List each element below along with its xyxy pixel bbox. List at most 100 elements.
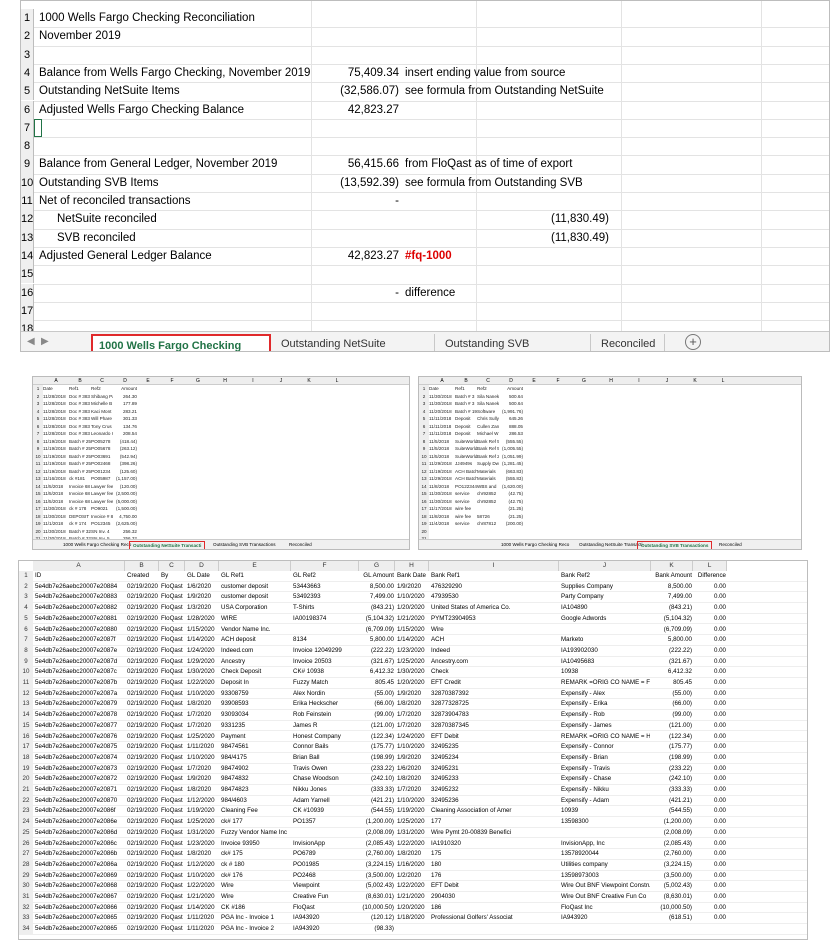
header-row: 1 ID Created By GL Date GL Ref1 GL Ref2 GL Amou… <box>19 571 807 582</box>
cell: 0.00 <box>713 604 726 612</box>
cell: (3,500.00) <box>663 871 692 879</box>
cell: (1,200.00) <box>663 818 692 826</box>
row-number: 6 <box>19 624 33 636</box>
cell: 02/19/2020 <box>127 882 158 890</box>
cell: FloQast <box>161 593 183 601</box>
tab-outstanding-netsuite[interactable]: Outstanding NetSuite Transacti <box>275 334 435 351</box>
row-note: from FloQast as of time of export <box>405 158 573 171</box>
tab-reconciled[interactable]: Reconciled <box>289 540 312 549</box>
cell: (42.75) <box>508 498 523 504</box>
cell: 0.00 <box>713 646 726 654</box>
cell: 02/19/2020 <box>127 925 158 933</box>
data-row: 15 11/5/2018 Invoice 68 Lawyer fee (2,500.00… <box>33 490 409 498</box>
outstanding-svb-sheet-thumbnail: ABCDEFGHIJKL 1 Date Ref1 Ref2 Amount 2 11/30/2… <box>418 376 802 550</box>
cell: SuiteWorld <box>455 446 477 451</box>
tab-reconciled[interactable]: Reconciled <box>719 540 742 549</box>
cell: 0.00 <box>713 828 726 836</box>
row-label: Adjusted General Ledger Balance <box>39 249 212 262</box>
row-note: see formula from Outstanding NetSuite <box>405 85 604 98</box>
column-header: I <box>429 561 559 571</box>
cell: FloQast <box>161 679 183 686</box>
row-number: 18 <box>19 752 33 764</box>
cell: (1,620.00) <box>502 483 523 489</box>
cell: Tony Crus <box>91 423 112 429</box>
cell: Wire Out BNF Viewpoint Constru <box>561 882 650 890</box>
cell: 02/19/2020 <box>127 689 158 697</box>
tab-reconciled[interactable]: Reconciled <box>595 334 665 351</box>
cell: PO05678 <box>91 446 111 451</box>
cell: Chris Sully <box>477 416 499 421</box>
data-row: 16 11/5/2018 Invoice 68 Lawyer fee (5,000.00… <box>33 497 409 505</box>
row-divider <box>34 27 829 29</box>
cell: Doc # 383 <box>69 393 90 399</box>
tab-outstanding-svb[interactable]: Outstanding SVB Transactions <box>439 334 591 351</box>
cell: IA00198374 <box>293 614 327 622</box>
cell: Honest Company <box>293 732 341 740</box>
data-row: 10 5e4db7e26aebc20007e2087c 02/19/2020 FloQ… <box>19 667 807 678</box>
cell: IA943920 <box>293 925 320 933</box>
cell: (542.94) <box>119 453 137 459</box>
cell: 93308759 <box>221 689 249 697</box>
row-number: 5 <box>21 82 34 101</box>
add-sheet-icon[interactable]: + <box>685 334 701 350</box>
column-header: A <box>440 378 444 384</box>
cell: 02/19/2020 <box>127 764 158 772</box>
cell: ck# 176 <box>221 871 243 879</box>
row-number: 5 <box>33 415 43 423</box>
cell: Viewpoint <box>293 882 320 890</box>
cell: DEPOSIT <box>69 513 90 519</box>
tab-wells-fargo-reco[interactable]: 1000 Wells Fargo Checking Reco <box>501 540 569 549</box>
cell: 6,412.32 <box>667 668 692 676</box>
cell: Expensify - James <box>561 721 612 729</box>
row-number: 10 <box>419 452 429 460</box>
cell: 02/19/2020 <box>127 657 158 665</box>
cell: 5e4db7e26aebc20007e2087e <box>35 646 118 654</box>
tab-outstanding-netsuite[interactable]: Outstanding NetSuite Transacti <box>579 540 643 549</box>
cell: 02/19/2020 <box>127 604 158 612</box>
cell: (5,104.32) <box>365 614 394 622</box>
cell: 5e4db7e26aebc20007e2086e <box>35 818 118 826</box>
cell: 02/19/2020 <box>127 893 158 900</box>
cell: chr87812 <box>477 521 497 526</box>
scroll-left-icon[interactable]: ◀ <box>27 336 35 347</box>
column-header: J <box>559 561 651 571</box>
cell: Travis Owen <box>293 764 328 772</box>
cell: 0.00 <box>713 732 726 740</box>
cell: 1/24/2020 <box>187 646 215 654</box>
cell: (55.00) <box>672 689 692 697</box>
tab-wells-fargo-reco[interactable]: 1000 Wells Fargo Checking Reco <box>91 334 271 351</box>
cell: 1/9/2020 <box>187 775 212 783</box>
tab-outstanding-svb[interactable]: Outstanding SVB Transactions <box>213 540 276 549</box>
row-number: 10 <box>33 452 43 460</box>
cell: 11/30/2018 <box>429 498 452 504</box>
cell: (6,709.09) <box>365 625 394 633</box>
row-number: 20 <box>19 774 33 785</box>
tab-wells-fargo-reco[interactable]: 1000 Wells Fargo Checking Reco <box>63 540 131 549</box>
cell: (544.55) <box>668 807 692 815</box>
data-row: 21 5e4db7e26aebc20007e20871 02/19/2020 FloQ… <box>19 785 807 796</box>
data-row: 10 11/5/2018 SuiteWorld Bank Ref 2 (1,051.99… <box>419 452 801 460</box>
row-number: 27 <box>19 849 33 860</box>
column-header: I <box>252 378 254 384</box>
row-number: 7 <box>21 118 34 138</box>
cell: (121.00) <box>370 721 394 729</box>
cell: Software <box>477 408 496 414</box>
column-header: A <box>33 561 125 571</box>
row-number: 19 <box>33 520 43 528</box>
cell: Batch # 25 <box>69 446 91 451</box>
cell: FloQast <box>161 636 183 644</box>
row-divider <box>34 228 829 230</box>
scroll-right-icon[interactable]: ▶ <box>41 336 49 347</box>
cell: CK #186 <box>221 903 246 911</box>
cell: Sila Nanek <box>477 401 499 406</box>
tab-outstanding-netsuite[interactable]: Outstanding NetSuite Transacti <box>129 541 206 549</box>
cell: ck# 175 <box>221 850 243 858</box>
tab-outstanding-svb[interactable]: Outstanding SVB Transactions <box>637 541 713 549</box>
cell: 5e4db7e26aebc20007e20873 <box>35 764 118 772</box>
cell: (5,002.43) <box>663 882 692 890</box>
cell: (42.75) <box>508 491 523 496</box>
cell: 11/29/2018 <box>429 476 452 481</box>
cell: (21.25) <box>508 506 523 511</box>
cell: 02/19/2020 <box>127 732 158 740</box>
cell: 0.00 <box>713 796 726 804</box>
